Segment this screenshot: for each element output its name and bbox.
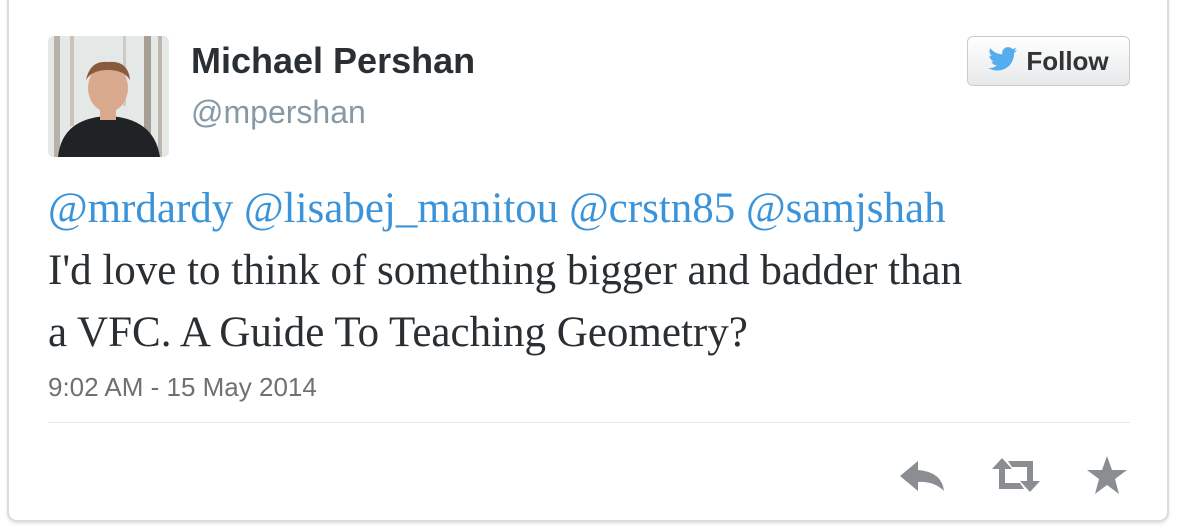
star-icon[interactable] (1086, 455, 1128, 500)
retweet-icon[interactable] (990, 455, 1042, 500)
avatar[interactable] (48, 36, 169, 157)
reply-icon[interactable] (898, 455, 948, 500)
user-display-name[interactable]: Michael Pershan (191, 40, 475, 82)
mention-crstn85[interactable]: @crstn85 (569, 185, 735, 232)
tweet-timestamp[interactable]: 9:02 AM - 15 May 2014 (48, 372, 317, 403)
avatar-photo (48, 36, 169, 157)
follow-button[interactable]: Follow (967, 36, 1130, 86)
divider (48, 422, 1130, 423)
mention-lisabej-manitou[interactable]: @lisabej_manitou (244, 185, 558, 232)
mention-mrdardy[interactable]: @mrdardy (48, 185, 233, 232)
mention-samjshah[interactable]: @samjshah (746, 185, 946, 232)
follow-label: Follow (1026, 45, 1109, 76)
tweet-line-1: I'd love to think of something bigger an… (48, 247, 963, 294)
tweet-line-2: a VFC. A Guide To Teaching Geometry? (48, 309, 748, 356)
mentions-line: @mrdardy @lisabej_manitou @crstn85 @samj… (48, 178, 1138, 240)
twitter-bird-icon (988, 46, 1018, 76)
tweet-text: @mrdardy @lisabej_manitou @crstn85 @samj… (48, 178, 1138, 364)
user-screen-name[interactable]: @mpershan (191, 94, 366, 131)
